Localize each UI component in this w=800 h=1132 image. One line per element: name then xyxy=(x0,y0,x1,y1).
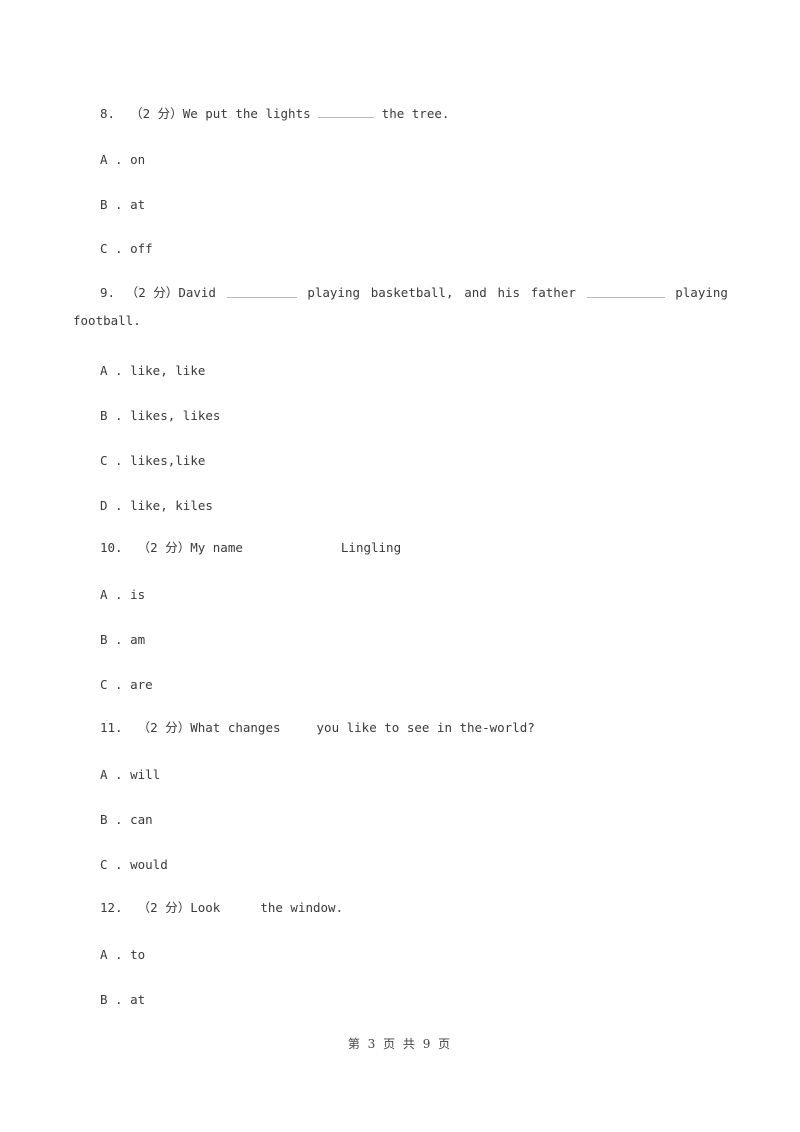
question-11-option-b[interactable]: B . can xyxy=(100,812,153,828)
option-letter: B . xyxy=(100,992,123,1007)
question-text-after: Lingling xyxy=(340,540,402,555)
question-12-stem: 12. （2 分）Look the window. xyxy=(100,900,343,916)
question-text-before: We put the lights xyxy=(182,106,319,121)
page-number-footer: 第 3 页 共 9 页 xyxy=(347,1037,453,1051)
option-text: would xyxy=(130,857,168,872)
question-10-option-b[interactable]: B . am xyxy=(100,632,145,648)
option-text: is xyxy=(130,587,146,602)
option-letter: C . xyxy=(100,677,123,692)
option-letter: B . xyxy=(100,197,123,212)
question-number: 11. xyxy=(100,720,123,735)
option-text: likes,like xyxy=(130,453,206,468)
question-score: （2 分） xyxy=(130,106,183,121)
question-text-before: My name xyxy=(190,540,243,555)
stem-word: playing xyxy=(675,285,728,300)
option-letter: A . xyxy=(100,947,123,962)
option-letter: C . xyxy=(100,453,123,468)
answer-blank-1 xyxy=(226,285,297,298)
option-letter: C . xyxy=(100,241,123,256)
option-letter: B . xyxy=(100,408,123,423)
option-text: to xyxy=(130,947,146,962)
question-8-option-b[interactable]: B . at xyxy=(100,197,145,213)
question-number: 8. xyxy=(100,106,116,121)
question-9-option-d[interactable]: D . like, kiles xyxy=(100,498,213,514)
question-9-stem-continuation: football. xyxy=(73,313,141,328)
option-letter: B . xyxy=(100,812,123,827)
question-10-stem: 10. （2 分）My name Lingling xyxy=(100,540,401,556)
question-12-option-a[interactable]: A . to xyxy=(100,947,145,963)
option-letter: A . xyxy=(100,587,123,602)
option-letter: C . xyxy=(100,857,123,872)
question-text-after: the window. xyxy=(260,900,344,915)
question-score: （2 分） xyxy=(137,540,191,555)
option-text: will xyxy=(130,767,161,782)
option-text: at xyxy=(130,197,146,212)
option-letter: B . xyxy=(100,632,123,647)
option-letter: A . xyxy=(100,152,123,167)
question-number: 10. xyxy=(100,540,123,555)
option-text: like, kiles xyxy=(130,498,213,513)
stem-word: his xyxy=(497,285,521,300)
option-text: off xyxy=(130,241,153,256)
option-text: can xyxy=(130,812,153,827)
question-9-option-c[interactable]: C . likes,like xyxy=(100,453,205,469)
answer-blank xyxy=(318,105,375,118)
question-text-after: you like to see in the-world? xyxy=(316,720,535,735)
option-letter: A . xyxy=(100,767,123,782)
question-number: 12. xyxy=(100,900,123,915)
question-9-option-b[interactable]: B . likes, likes xyxy=(100,408,220,424)
stem-word: basketball, xyxy=(370,285,454,300)
question-11-stem: 11. （2 分）What changes you like to see in … xyxy=(100,720,535,736)
option-text: like, like xyxy=(130,363,206,378)
question-11-option-c[interactable]: C . would xyxy=(100,857,168,873)
option-text: likes, likes xyxy=(130,408,221,423)
question-text-after: the tree. xyxy=(374,106,450,121)
question-10-option-a[interactable]: A . is xyxy=(100,587,145,603)
question-8-option-a[interactable]: A . on xyxy=(100,152,145,168)
question-text-before: What changes xyxy=(190,720,281,735)
question-9-stem: 9. （2 分）David playing basketball, and hi… xyxy=(100,285,728,301)
question-score-and-word: （2 分）David xyxy=(125,285,216,300)
question-number: 9. xyxy=(100,285,116,300)
question-10-option-c[interactable]: C . are xyxy=(100,677,153,693)
stem-word: and xyxy=(464,285,487,300)
question-score: （2 分） xyxy=(137,720,191,735)
question-score: （2 分） xyxy=(137,900,191,915)
option-text: are xyxy=(130,677,153,692)
question-text-before: Look xyxy=(190,900,221,915)
option-letter: A . xyxy=(100,363,123,378)
option-letter: D . xyxy=(100,498,123,513)
answer-blank-2 xyxy=(586,285,665,298)
question-8-stem: 8. （2 分）We put the lights the tree. xyxy=(100,105,449,122)
question-9-option-a[interactable]: A . like, like xyxy=(100,363,205,379)
question-12-option-b[interactable]: B . at xyxy=(100,992,145,1008)
option-text: on xyxy=(130,152,146,167)
question-11-option-a[interactable]: A . will xyxy=(100,767,160,783)
option-text: at xyxy=(130,992,146,1007)
question-8-option-c[interactable]: C . off xyxy=(100,241,153,257)
stem-word: father xyxy=(530,285,576,300)
option-text: am xyxy=(130,632,146,647)
stem-word: playing xyxy=(307,285,361,300)
